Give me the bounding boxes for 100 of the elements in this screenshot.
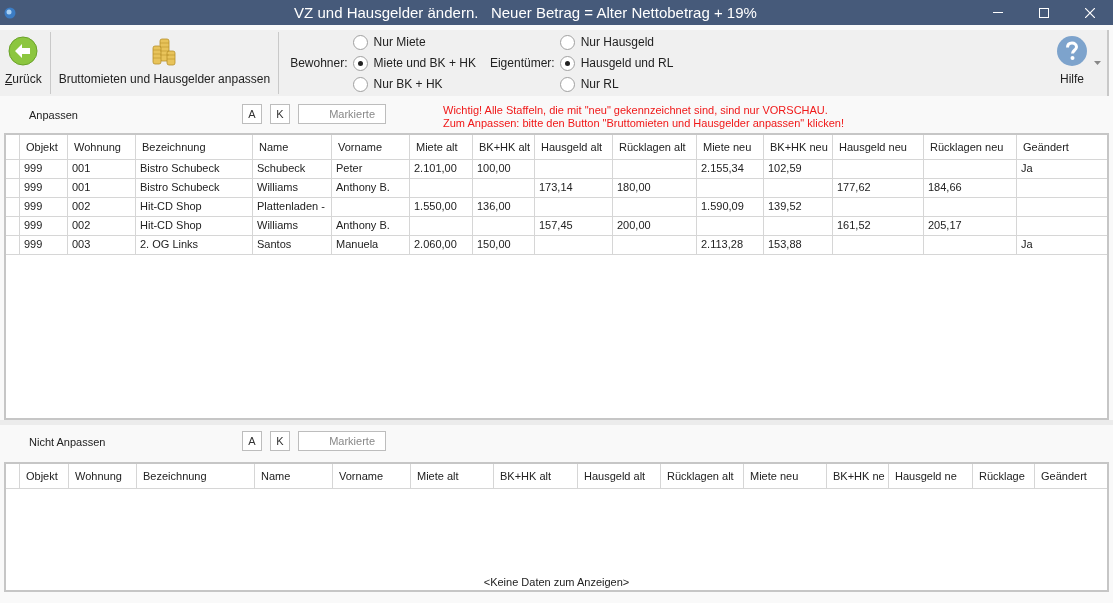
column-header[interactable]: Geändert <box>1017 135 1109 159</box>
column-header[interactable]: Bezeichnung <box>137 464 255 488</box>
table-cell-text: 2.101,00 <box>413 161 458 176</box>
table-cell-text: 177,62 <box>836 180 872 195</box>
table-cell-text: 003 <box>71 237 92 252</box>
column-header[interactable]: Hausgeld neu <box>833 135 924 159</box>
table-cell-text: 001 <box>71 180 92 195</box>
small-button[interactable]: K <box>270 104 290 124</box>
table-cell-text: 184,66 <box>927 180 963 195</box>
table-cell-text: 999 <box>23 218 44 233</box>
radio-option[interactable]: Nur BK + HK <box>352 75 482 93</box>
table-cell-text: 2.113,28 <box>700 237 744 252</box>
help-button[interactable]: Hilfe <box>1052 30 1092 96</box>
radio-button[interactable] <box>352 55 368 71</box>
table-cell-text: Santos <box>256 237 293 252</box>
column-header[interactable]: Miete alt <box>411 464 494 488</box>
table-cell-text: Anthony B. <box>335 180 391 195</box>
table-cell-text: 2.060,00 <box>413 237 458 252</box>
radio-button[interactable] <box>352 76 368 92</box>
dropdown-caret-icon[interactable] <box>1094 61 1101 65</box>
table-cell-text: 102,59 <box>767 161 803 176</box>
column-header[interactable]: BK+HK neu <box>764 135 833 159</box>
table-cell-text: 157,45 <box>538 218 574 233</box>
section-title: Nicht Anpassen <box>28 436 107 448</box>
table-cell-text: Ja <box>1020 161 1034 176</box>
table-cell-text: 200,00 <box>616 218 652 233</box>
radio-button[interactable] <box>352 34 368 50</box>
table-cell-text: 136,00 <box>476 199 512 214</box>
column-header[interactable]: Vorname <box>332 135 410 159</box>
column-header[interactable]: Miete neu <box>697 135 764 159</box>
table-cell-text: 999 <box>23 180 44 195</box>
app-icon <box>4 6 16 19</box>
coins-icon <box>151 38 178 66</box>
table-cell-text: Hit-CD Shop <box>139 218 203 233</box>
column-header[interactable]: Hausgeld alt <box>578 464 661 488</box>
adjust-button[interactable]: Bruttomieten und Hausgelder anpassen <box>53 30 276 96</box>
radio-button[interactable] <box>559 76 575 92</box>
table-cell-text: 153,88 <box>767 237 803 252</box>
table-cell-text: 999 <box>23 161 44 176</box>
column-header[interactable]: BK+HK ne <box>827 464 889 488</box>
column-header[interactable]: BK+HK alt <box>494 464 578 488</box>
table-cell-text: 999 <box>23 199 44 214</box>
column-header[interactable]: Rücklagen alt <box>661 464 744 488</box>
marked-button[interactable]: Markierte <box>298 431 386 451</box>
column-header[interactable]: Rücklage <box>973 464 1035 488</box>
radio-option[interactable]: Nur Hausgeld <box>559 33 680 51</box>
table-cell-text: Schubeck <box>256 161 307 176</box>
table-cell-text: 205,17 <box>927 218 963 233</box>
column-header[interactable]: Wohnung <box>68 135 136 159</box>
maximize-icon[interactable] <box>1039 7 1049 18</box>
radio-option[interactable]: Hausgeld und RL <box>559 54 680 72</box>
table-cell-text: 173,14 <box>538 180 574 195</box>
small-button[interactable]: A <box>242 104 262 124</box>
column-header[interactable]: Bezeichnung <box>136 135 253 159</box>
table-cell-text: Williams <box>256 218 299 233</box>
table-cell-text: 100,00 <box>476 161 512 176</box>
column-header[interactable]: Name <box>255 464 333 488</box>
group-label: Eigentümer: <box>489 56 555 70</box>
column-header[interactable]: Geändert <box>1035 464 1110 488</box>
table-cell-text: Ja <box>1020 237 1034 252</box>
group-label: Bewohner: <box>290 56 348 70</box>
table-cell-text: Hit-CD Shop <box>139 199 203 214</box>
table-cell-text: 2. OG Links <box>139 237 200 252</box>
radio-button[interactable] <box>559 55 575 71</box>
column-header[interactable]: Vorname <box>333 464 411 488</box>
minimize-icon[interactable] <box>993 11 1003 14</box>
column-header[interactable]: Rücklagen neu <box>924 135 1017 159</box>
close-icon[interactable] <box>1085 7 1095 18</box>
table-cell-text: Plattenladen - <box>256 199 326 214</box>
radio-option[interactable]: Nur RL <box>559 75 680 93</box>
table-cell-text: 150,00 <box>476 237 512 252</box>
table-cell-text: Manuela <box>335 237 380 252</box>
column-header[interactable]: Hausgeld alt <box>535 135 613 159</box>
table-cell-text: 180,00 <box>616 180 652 195</box>
table-cell-text: Williams <box>256 180 299 195</box>
column-header[interactable]: Hausgeld ne <box>889 464 973 488</box>
window-title: VZ und Hausgelder ändern. Neuer Betrag = Alter Nettobetrag + 19% <box>293 4 758 21</box>
back-button[interactable]: Zurück <box>0 30 47 96</box>
column-header[interactable]: Objekt <box>20 464 69 488</box>
small-button[interactable]: A <box>242 431 262 451</box>
table-cell-text: 1.550,00 <box>413 199 458 214</box>
marked-button[interactable]: Markierte <box>298 104 386 124</box>
column-header[interactable]: Objekt <box>20 135 68 159</box>
table-cell-text: Anthony B. <box>335 218 391 233</box>
radio-button[interactable] <box>559 34 575 50</box>
column-header[interactable]: Name <box>253 135 332 159</box>
column-header[interactable]: Miete neu <box>744 464 827 488</box>
table-cell-text: Bistro Schubeck <box>139 180 221 195</box>
column-header[interactable]: Miete alt <box>410 135 473 159</box>
warning-notice: Wichtig! Alle Staffeln, die mit "neu" gekennzeichnet sind, sind nur VORSCHAU. Zum Anpassen: bitte den Button "Bruttomieten und Hausgelder anpassen" klicken! <box>443 104 844 130</box>
radio-option[interactable]: Miete und BK + HK <box>352 54 482 72</box>
column-header[interactable]: Wohnung <box>69 464 137 488</box>
table-cell-text: 161,52 <box>836 218 872 233</box>
small-button[interactable]: K <box>270 431 290 451</box>
column-header[interactable]: Rücklagen alt <box>613 135 697 159</box>
radio-option[interactable]: Nur Miete <box>352 33 482 51</box>
table-cell-text: Peter <box>335 161 364 176</box>
empty-message: <Keine Daten zum Anzeigen> <box>483 576 630 588</box>
help-icon <box>1057 36 1087 66</box>
column-header[interactable]: BK+HK alt <box>473 135 535 159</box>
